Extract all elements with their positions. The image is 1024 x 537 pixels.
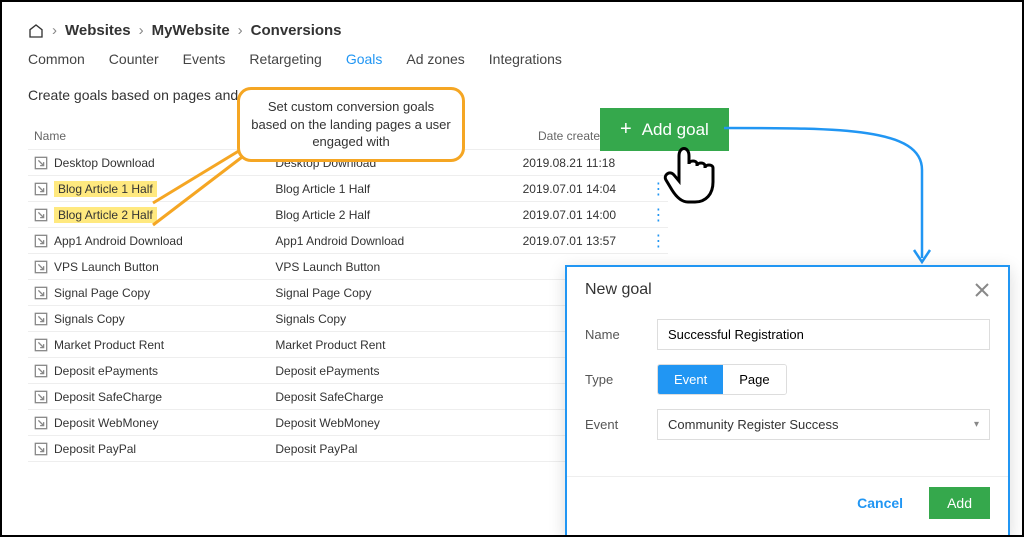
goal-icon: [34, 416, 48, 430]
name-label: Name: [585, 327, 657, 342]
type-toggle: Event Page: [657, 364, 787, 395]
type-label: Type: [585, 372, 657, 387]
add-goal-label: Add goal: [642, 120, 709, 140]
row-name: Market Product Rent: [54, 338, 164, 352]
row-description: Blog Article 2 Half: [275, 208, 522, 222]
row-date: 2019.07.01 13:57: [523, 234, 649, 248]
page-description: Create goals based on pages and events t…: [28, 87, 996, 103]
row-name: Blog Article 1 Half: [54, 181, 157, 197]
dialog-title: New goal: [585, 281, 652, 299]
tab-events[interactable]: Events: [183, 51, 226, 67]
tabs: Common Counter Events Retargeting Goals Ad zo…: [28, 51, 996, 67]
arrow-connector-icon: [722, 110, 932, 280]
row-description: Blog Article 1 Half: [275, 182, 522, 196]
tab-retargeting[interactable]: Retargeting: [249, 51, 321, 67]
row-actions-menu[interactable]: ⋮: [649, 205, 668, 225]
row-name: Deposit ePayments: [54, 364, 158, 378]
table-row[interactable]: App1 Android Download App1 Android Downlo…: [28, 228, 668, 254]
row-actions-menu[interactable]: ⋮: [649, 231, 668, 251]
tab-integrations[interactable]: Integrations: [489, 51, 562, 67]
row-description: Signals Copy: [275, 312, 522, 326]
add-button[interactable]: Add: [929, 487, 990, 519]
row-name: Blog Article 2 Half: [54, 207, 157, 223]
goal-icon: [34, 390, 48, 404]
goal-icon: [34, 286, 48, 300]
row-description: Deposit ePayments: [275, 364, 522, 378]
breadcrumb: › Websites › MyWebsite › Conversions: [28, 22, 996, 39]
home-icon[interactable]: [28, 23, 44, 39]
event-select[interactable]: Community Register Success ▾: [657, 409, 990, 440]
type-option-page[interactable]: Page: [723, 365, 785, 394]
row-name: Desktop Download: [54, 156, 155, 170]
type-option-event[interactable]: Event: [658, 365, 723, 394]
goal-icon: [34, 260, 48, 274]
cancel-button[interactable]: Cancel: [843, 487, 917, 519]
row-name: Deposit PayPal: [54, 442, 136, 456]
event-select-value: Community Register Success: [668, 417, 839, 432]
callout-bubble: Set custom conversion goals based on the…: [237, 87, 465, 162]
row-name: Deposit SafeCharge: [54, 390, 162, 404]
breadcrumb-separator: ›: [52, 22, 57, 39]
callout-text: Set custom conversion goals based on the…: [251, 99, 451, 149]
table-row[interactable]: Blog Article 1 HalfBlog Article 1 Half20…: [28, 176, 668, 202]
breadcrumb-item[interactable]: MyWebsite: [152, 22, 230, 39]
row-name: Signal Page Copy: [54, 286, 150, 300]
goal-icon: [34, 156, 48, 170]
breadcrumb-separator: ›: [139, 22, 144, 39]
row-description: VPS Launch Button: [275, 260, 522, 274]
row-description: Market Product Rent: [275, 338, 522, 352]
row-description: Deposit SafeCharge: [275, 390, 522, 404]
tab-common[interactable]: Common: [28, 51, 85, 67]
add-goal-button[interactable]: + Add goal: [600, 108, 729, 151]
row-description: App1 Android Download: [275, 234, 522, 248]
goal-icon: [34, 208, 48, 222]
row-description: Deposit WebMoney: [275, 416, 522, 430]
breadcrumb-separator: ›: [238, 22, 243, 39]
goal-icon: [34, 312, 48, 326]
row-date: 2019.07.01 14:04: [523, 182, 649, 196]
new-goal-dialog: New goal Name Type Event Page Event Comm…: [565, 265, 1010, 537]
row-description: Signal Page Copy: [275, 286, 522, 300]
goal-icon: [34, 182, 48, 196]
goal-icon: [34, 234, 48, 248]
name-input[interactable]: [657, 319, 990, 350]
event-label: Event: [585, 417, 657, 432]
tab-goals[interactable]: Goals: [346, 51, 383, 67]
row-name: Deposit WebMoney: [54, 416, 159, 430]
row-name: Signals Copy: [54, 312, 125, 326]
table-row[interactable]: Blog Article 2 HalfBlog Article 2 Half20…: [28, 202, 668, 228]
chevron-down-icon: ▾: [974, 419, 979, 430]
goal-icon: [34, 364, 48, 378]
tab-ad-zones[interactable]: Ad zones: [406, 51, 464, 67]
row-actions-menu[interactable]: ⋮: [649, 179, 668, 199]
breadcrumb-item[interactable]: Conversions: [251, 22, 342, 39]
row-description: Deposit PayPal: [275, 442, 522, 456]
row-date: 2019.08.21 11:18: [523, 156, 649, 170]
plus-icon: +: [620, 118, 632, 141]
tab-counter[interactable]: Counter: [109, 51, 159, 67]
goal-icon: [34, 338, 48, 352]
row-name: App1 Android Download: [54, 234, 183, 248]
close-icon[interactable]: [974, 282, 990, 298]
goal-icon: [34, 442, 48, 456]
row-date: 2019.07.01 14:00: [523, 208, 649, 222]
row-name: VPS Launch Button: [54, 260, 159, 274]
breadcrumb-item[interactable]: Websites: [65, 22, 131, 39]
